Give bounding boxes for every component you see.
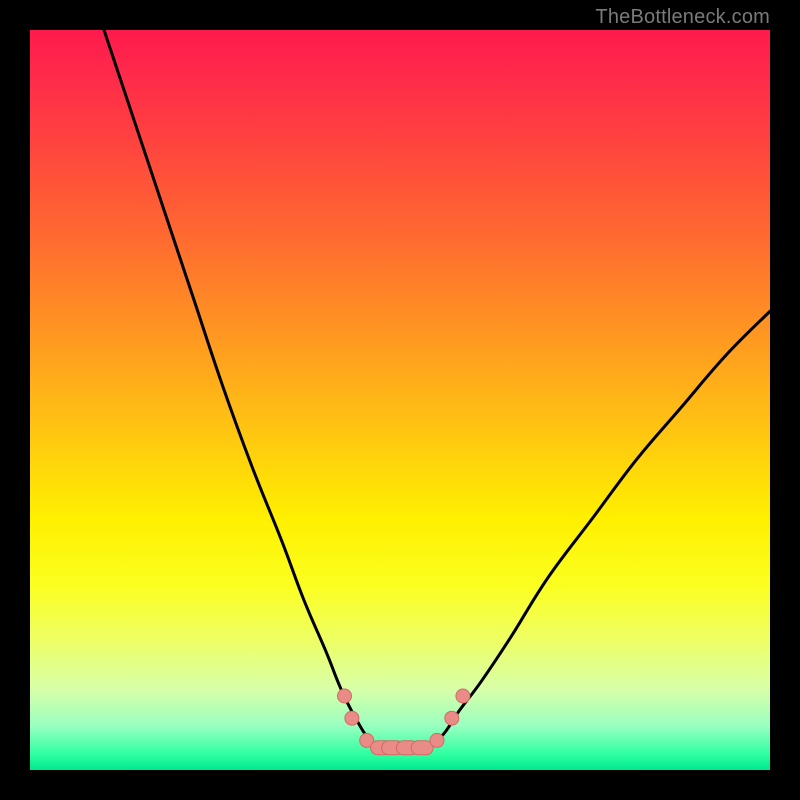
bottleneck-curve xyxy=(104,30,770,749)
chart-frame: TheBottleneck.com xyxy=(0,0,800,800)
curve-layer xyxy=(104,30,770,749)
marker-dot xyxy=(338,689,352,703)
chart-svg xyxy=(30,30,770,770)
marker-dot xyxy=(345,711,359,725)
marker-layer xyxy=(338,689,470,755)
marker-dot xyxy=(411,741,433,755)
marker-dot xyxy=(456,689,470,703)
watermark-text: TheBottleneck.com xyxy=(595,6,770,29)
marker-dot xyxy=(445,711,459,725)
plot-area xyxy=(30,30,770,770)
marker-dot xyxy=(430,733,444,747)
